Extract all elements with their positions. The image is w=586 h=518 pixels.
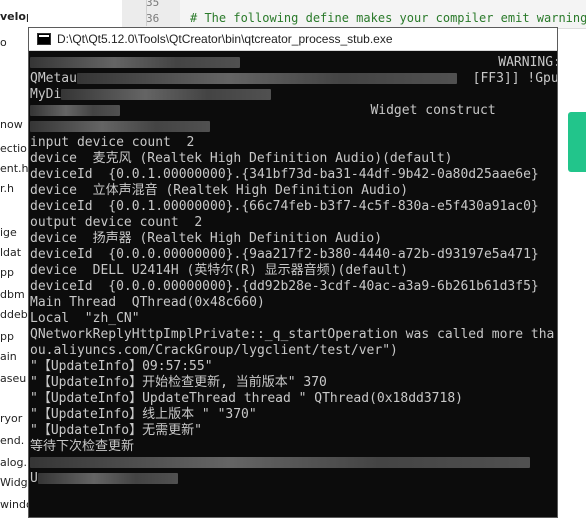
tree-item[interactable]: r.h	[0, 182, 14, 195]
console-line: "【UpdateInfo】UpdateThread thread " QThre…	[30, 391, 557, 407]
tree-item[interactable]: dbm	[0, 288, 25, 301]
project-tree-remnant: velop] o now ectio ent.h r.h ige ldat pp dbm ddeb p…	[0, 0, 28, 518]
console-line: QNetworkReplyHttpImplPrivate::_q_startOp…	[30, 327, 557, 343]
console-line: deviceId {0.0.0.00000000}.{9aa217f2-b380…	[30, 247, 557, 263]
console-line: device 扬声器 (Realtek High Definition Audi…	[30, 231, 557, 247]
console-line	[30, 119, 557, 135]
console-line: Widget construct	[30, 103, 557, 119]
console-line-text: deviceId {0.0.0.00000000}.{dd92b28e-3cdf…	[30, 279, 539, 294]
console-line-text: device 麦克风 (Realtek High Definition Audi…	[30, 151, 453, 166]
console-line-text: device 扬声器 (Realtek High Definition Audi…	[30, 231, 383, 246]
console-line: output device count 2	[30, 215, 557, 231]
redacted-text	[30, 457, 530, 468]
console-line-text: deviceId {0.0.1.00000000}.{66c74feb-b3f7…	[30, 199, 539, 214]
green-side-button[interactable]	[568, 112, 586, 172]
console-line: Main Thread QThread(0x48c660)	[30, 295, 557, 311]
console-line-text: QNetworkReplyHttpImplPrivate::_q_startOp…	[30, 327, 555, 342]
tree-item[interactable]: end.	[0, 434, 24, 447]
console-line-text: Local "zh_CN"	[30, 311, 140, 326]
redacted-text	[37, 473, 178, 484]
console-line-text: "【UpdateInfo】线上版本 " "370"	[30, 407, 257, 422]
console-line-text: WARNING:gpu_process_transport_factory.cc…	[498, 55, 557, 70]
tree-item[interactable]: o	[0, 36, 7, 49]
console-line: device 麦克风 (Realtek High Definition Audi…	[30, 151, 557, 167]
tree-item[interactable]: ige	[0, 226, 17, 239]
console-line: Local "zh_CN"	[30, 311, 557, 327]
console-line: device 立体声混音 (Realtek High Definition Au…	[30, 183, 557, 199]
console-line-text: U	[30, 471, 38, 486]
tree-item[interactable]: velop]	[0, 10, 28, 23]
tree-item[interactable]: ryor	[0, 412, 22, 425]
console-line-text: Main Thread QThread(0x48c660)	[30, 295, 265, 310]
console-line-text: 等待下次检查更新	[30, 439, 135, 454]
console-line-text: "【UpdateInfo】开始检查更新, 当前版本" 370	[30, 375, 327, 390]
console-line-text: input device count 2	[30, 135, 195, 150]
console-line: 等待下次检查更新	[30, 439, 557, 455]
console-line-text: device 立体声混音 (Realtek High Definition Au…	[30, 183, 409, 198]
console-line: WARNING:gpu_process_transport_factory.cc…	[30, 55, 557, 71]
console-line-text: QMetau	[30, 71, 77, 86]
redacted-text	[30, 57, 240, 68]
console-window[interactable]: D:\Qt\Qt5.12.0\Tools\QtCreator\bin\qtcre…	[28, 27, 558, 518]
console-line: U	[30, 471, 557, 487]
console-line: deviceId {0.0.1.00000000}.{341bf73d-ba31…	[30, 167, 557, 183]
tree-item[interactable]: alog.	[0, 456, 27, 469]
console-titlebar[interactable]: D:\Qt\Qt5.12.0\Tools\QtCreator\bin\qtcre…	[29, 28, 557, 51]
console-line-text: ou.aliyuncs.com/CrackGroup/lygclient/tes…	[30, 343, 398, 358]
tree-item[interactable]: now	[0, 118, 23, 131]
tree-item[interactable]: ectio	[0, 142, 27, 155]
console-line: "【UpdateInfo】无需更新"	[30, 423, 557, 439]
console-output[interactable]: WARNING:gpu_process_transport_factory.cc…	[29, 51, 557, 487]
console-line: deviceId {0.0.0.00000000}.{dd92b28e-3cdf…	[30, 279, 557, 295]
editor-divider	[146, 0, 147, 26]
console-line-tail: [FF3]] !GpuDat	[472, 71, 558, 86]
tree-item[interactable]: ldat	[0, 246, 21, 259]
editor-tab-area	[28, 0, 122, 28]
console-line-text: deviceId {0.0.1.00000000}.{341bf73d-ba31…	[30, 167, 539, 182]
tree-item[interactable]: ddeb	[0, 308, 28, 321]
redacted-text	[76, 73, 457, 84]
console-line	[30, 455, 557, 471]
console-line: deviceId {0.0.1.00000000}.{66c74feb-b3f7…	[30, 199, 557, 215]
tree-item[interactable]: ent.h	[0, 162, 28, 175]
tree-item[interactable]: aseu	[0, 372, 26, 385]
console-line-text: output device count 2	[30, 215, 203, 230]
console-line: device DELL U2414H (英特尔(R) 显示器音频)(defaul…	[30, 263, 557, 279]
redacted-text	[30, 121, 210, 132]
code-line: # The following define makes your compil…	[190, 11, 586, 25]
console-line-text: deviceId {0.0.0.00000000}.{9aa217f2-b380…	[30, 247, 539, 262]
console-line: QMetau [FF3]] !GpuDat	[30, 71, 557, 87]
console-line-text: device DELL U2414H (英特尔(R) 显示器音频)(defaul…	[30, 263, 408, 278]
console-line-text: MyDi	[30, 87, 62, 102]
tree-item[interactable]: Widg	[0, 476, 28, 489]
console-line: input device count 2	[30, 135, 557, 151]
redacted-text	[30, 105, 120, 116]
console-app-icon	[37, 33, 51, 45]
line-number: 35	[146, 0, 160, 9]
console-line-text: Widget construct	[120, 103, 496, 118]
console-line: "【UpdateInfo】开始检查更新, 当前版本" 370	[30, 375, 557, 391]
line-number: 36	[146, 12, 160, 25]
tree-item[interactable]: ain	[0, 350, 17, 363]
console-line: ou.aliyuncs.com/CrackGroup/lygclient/tes…	[30, 343, 557, 359]
tree-item[interactable]: pp	[0, 266, 14, 279]
console-line: MyDi	[30, 87, 557, 103]
tree-item[interactable]: windo	[0, 498, 28, 511]
console-line-text: "【UpdateInfo】09:57:55"	[30, 359, 213, 374]
console-line-text: "【UpdateInfo】无需更新"	[30, 423, 202, 438]
console-line-text: "【UpdateInfo】UpdateThread thread " QThre…	[30, 391, 463, 406]
console-line: "【UpdateInfo】线上版本 " "370"	[30, 407, 557, 423]
redacted-text	[61, 89, 272, 100]
console-line: "【UpdateInfo】09:57:55"	[30, 359, 557, 375]
window-title: D:\Qt\Qt5.12.0\Tools\QtCreator\bin\qtcre…	[57, 32, 393, 46]
editor-gutter: 35 36	[122, 0, 180, 28]
tree-item[interactable]: pp	[0, 330, 14, 343]
